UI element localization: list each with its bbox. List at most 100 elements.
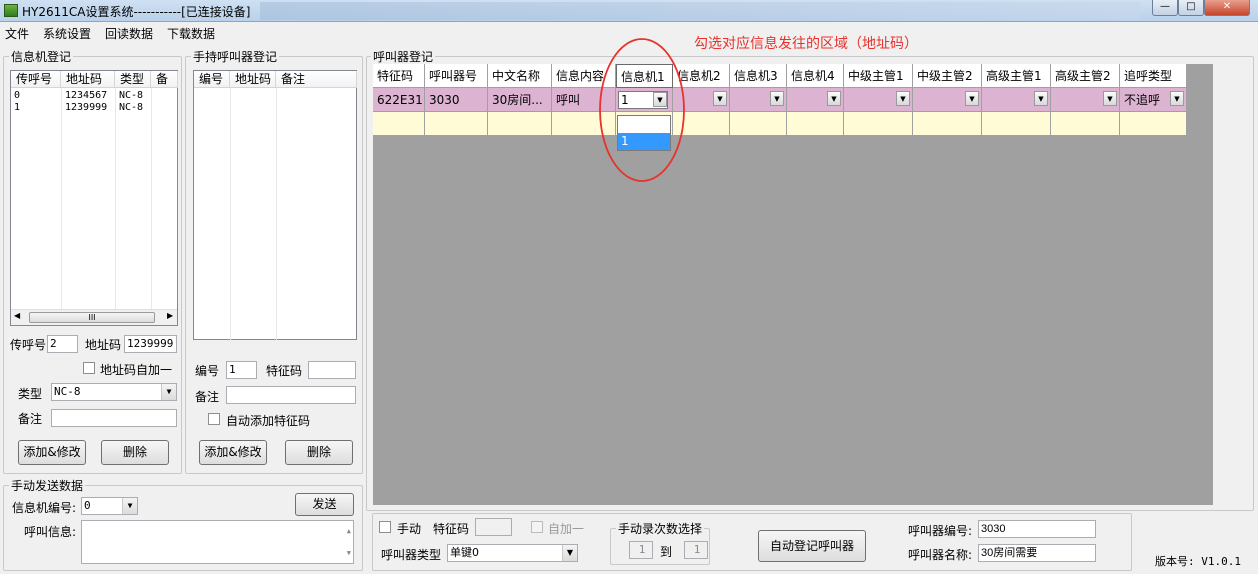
hh-add-modify-button[interactable]: 添加&修改 xyxy=(199,440,267,465)
col-high1[interactable]: 高级主管1 xyxy=(982,64,1051,88)
scroll-down-icon[interactable]: ▼ xyxy=(347,545,351,561)
chevron-down-icon[interactable]: ▼ xyxy=(713,91,727,106)
handheld-list[interactable]: 编号 地址码 备注 xyxy=(193,70,357,340)
hh-note-input[interactable] xyxy=(226,386,356,404)
info-machine-list[interactable]: 传呼号 地址码 类型 备注 0 1234567 NC-8 1 1239999 N… xyxy=(10,70,178,326)
auto-inc-checkbox[interactable] xyxy=(83,362,95,374)
col-info4[interactable]: 信息机4 xyxy=(787,64,844,88)
cell-high1[interactable]: ▼ xyxy=(982,88,1051,112)
empty-row-cell[interactable] xyxy=(1120,112,1187,136)
delete-button[interactable]: 删除 xyxy=(101,440,169,465)
chevron-down-icon[interactable]: ▼ xyxy=(1034,91,1048,106)
menu-system-settings[interactable]: 系统设置 xyxy=(43,25,91,42)
cell-high2[interactable]: ▼ xyxy=(1051,88,1120,112)
empty-row-cell[interactable] xyxy=(425,112,488,136)
maximize-icon[interactable]: □ xyxy=(1178,0,1204,16)
col-paging[interactable]: 传呼号 xyxy=(11,71,61,88)
auto-register-button[interactable]: 自动登记呼叫器 xyxy=(758,530,866,562)
scroll-right-icon[interactable]: ▶ xyxy=(167,311,173,320)
cell-mid1[interactable]: ▼ xyxy=(844,88,913,112)
paging-input[interactable]: 2 xyxy=(47,335,78,353)
empty-row-cell[interactable] xyxy=(488,112,552,136)
add-modify-button[interactable]: 添加&修改 xyxy=(18,440,86,465)
col-high2[interactable]: 高级主管2 xyxy=(1051,64,1120,88)
empty-row-cell[interactable] xyxy=(913,112,982,136)
cell-mid2[interactable]: ▼ xyxy=(913,88,982,112)
menu-download[interactable]: 下载数据 xyxy=(167,25,215,42)
cell-info3[interactable]: ▼ xyxy=(730,88,787,112)
scroll-up-icon[interactable]: ▲ xyxy=(347,523,351,539)
col-type[interactable]: 类型 xyxy=(115,71,151,88)
chevron-down-icon[interactable]: ▼ xyxy=(770,91,784,106)
chevron-down-icon[interactable]: ▼ xyxy=(896,91,910,106)
bottom-code-input[interactable] xyxy=(475,518,512,536)
col-code[interactable]: 特征码 xyxy=(373,64,425,88)
cell-info4[interactable]: ▼ xyxy=(787,88,844,112)
app-icon xyxy=(4,4,18,17)
menu-file[interactable]: 文件 xyxy=(5,25,29,42)
list-item[interactable]: 1 xyxy=(14,102,20,113)
caller-name-input[interactable]: 30房间需要 xyxy=(978,544,1096,562)
num-input[interactable]: 1 xyxy=(226,361,257,379)
manual-send-title: 手动发送数据 xyxy=(9,477,86,494)
cell-caller-num[interactable]: 3030 xyxy=(425,88,488,112)
menu-readback[interactable]: 回读数据 xyxy=(105,25,153,42)
horizontal-scrollbar[interactable]: ◀ III ▶ xyxy=(11,309,177,325)
list-item[interactable]: 0 xyxy=(14,90,20,101)
row-address: 1234567 xyxy=(65,90,108,101)
col-caller-num[interactable]: 呼叫器号 xyxy=(425,64,488,88)
chevron-down-icon[interactable]: ▼ xyxy=(827,91,841,106)
address-input[interactable]: 1239999 xyxy=(124,335,177,353)
hh-delete-button[interactable]: 删除 xyxy=(285,440,353,465)
chevron-down-icon[interactable]: ▼ xyxy=(965,91,979,106)
col-note[interactable]: 备注 xyxy=(151,71,178,88)
caller-grid[interactable]: 特征码 呼叫器号 中文名称 信息内容 信息机1 信息机2 信息机3 信息机4 中… xyxy=(373,64,1213,505)
chevron-down-icon[interactable]: ▼ xyxy=(122,498,137,514)
chevron-down-icon[interactable]: ▼ xyxy=(1103,91,1117,106)
manual-label: 手动 xyxy=(397,522,422,536)
auto-add-code-checkbox[interactable] xyxy=(208,413,220,425)
empty-row-cell[interactable] xyxy=(730,112,787,136)
send-button[interactable]: 发送 xyxy=(295,493,354,516)
col-chase[interactable]: 追呼类型 xyxy=(1120,64,1187,88)
col-address[interactable]: 地址码 xyxy=(230,71,276,88)
times-from-input[interactable]: 1 xyxy=(629,541,653,559)
col-mid1[interactable]: 中级主管1 xyxy=(844,64,913,88)
close-icon[interactable]: ✕ xyxy=(1204,0,1250,16)
col-info3[interactable]: 信息机3 xyxy=(730,64,787,88)
empty-row-cell[interactable] xyxy=(373,112,425,136)
scroll-left-icon[interactable]: ◀ xyxy=(14,311,20,320)
chevron-down-icon[interactable]: ▼ xyxy=(562,545,577,561)
empty-row-cell[interactable] xyxy=(982,112,1051,136)
cell-chase[interactable]: 不追呼 ▼ xyxy=(1120,88,1187,112)
manual-checkbox[interactable] xyxy=(379,521,391,533)
col-note[interactable]: 备注 xyxy=(276,71,357,88)
message-textarea[interactable]: ▲ ▼ xyxy=(81,520,354,564)
empty-row-cell[interactable] xyxy=(844,112,913,136)
col-name[interactable]: 中文名称 xyxy=(488,64,552,88)
info-num-select[interactable]: 0 ▼ xyxy=(81,497,138,515)
bottom-code-label: 特征码 xyxy=(433,522,470,536)
col-mid2[interactable]: 中级主管2 xyxy=(913,64,982,88)
times-to-input[interactable]: 1 xyxy=(684,541,708,559)
minimize-icon[interactable]: — xyxy=(1152,0,1178,16)
times-title: 手动录次数选择 xyxy=(616,520,705,537)
chevron-down-icon[interactable]: ▼ xyxy=(1170,91,1184,106)
col-number[interactable]: 编号 xyxy=(194,71,230,88)
chevron-down-icon[interactable]: ▼ xyxy=(161,384,176,400)
empty-row-cell[interactable] xyxy=(1051,112,1120,136)
num-label: 编号 xyxy=(195,364,220,378)
code-input[interactable] xyxy=(308,361,356,379)
cell-name[interactable]: 30房间... xyxy=(488,88,552,112)
scroll-thumb[interactable]: III xyxy=(29,312,155,323)
col-address[interactable]: 地址码 xyxy=(61,71,115,88)
note-label: 备注 xyxy=(18,412,43,426)
type-select[interactable]: NC-8 ▼ xyxy=(51,383,177,401)
msg-label: 呼叫信息: xyxy=(24,525,77,539)
note-input[interactable] xyxy=(51,409,177,427)
empty-row-cell[interactable] xyxy=(787,112,844,136)
caller-type-select[interactable]: 单键0 ▼ xyxy=(447,544,578,562)
auto-inc-one-checkbox[interactable] xyxy=(531,521,543,533)
caller-num-input[interactable]: 3030 xyxy=(978,520,1096,538)
cell-code[interactable]: 622E31 xyxy=(373,88,425,112)
